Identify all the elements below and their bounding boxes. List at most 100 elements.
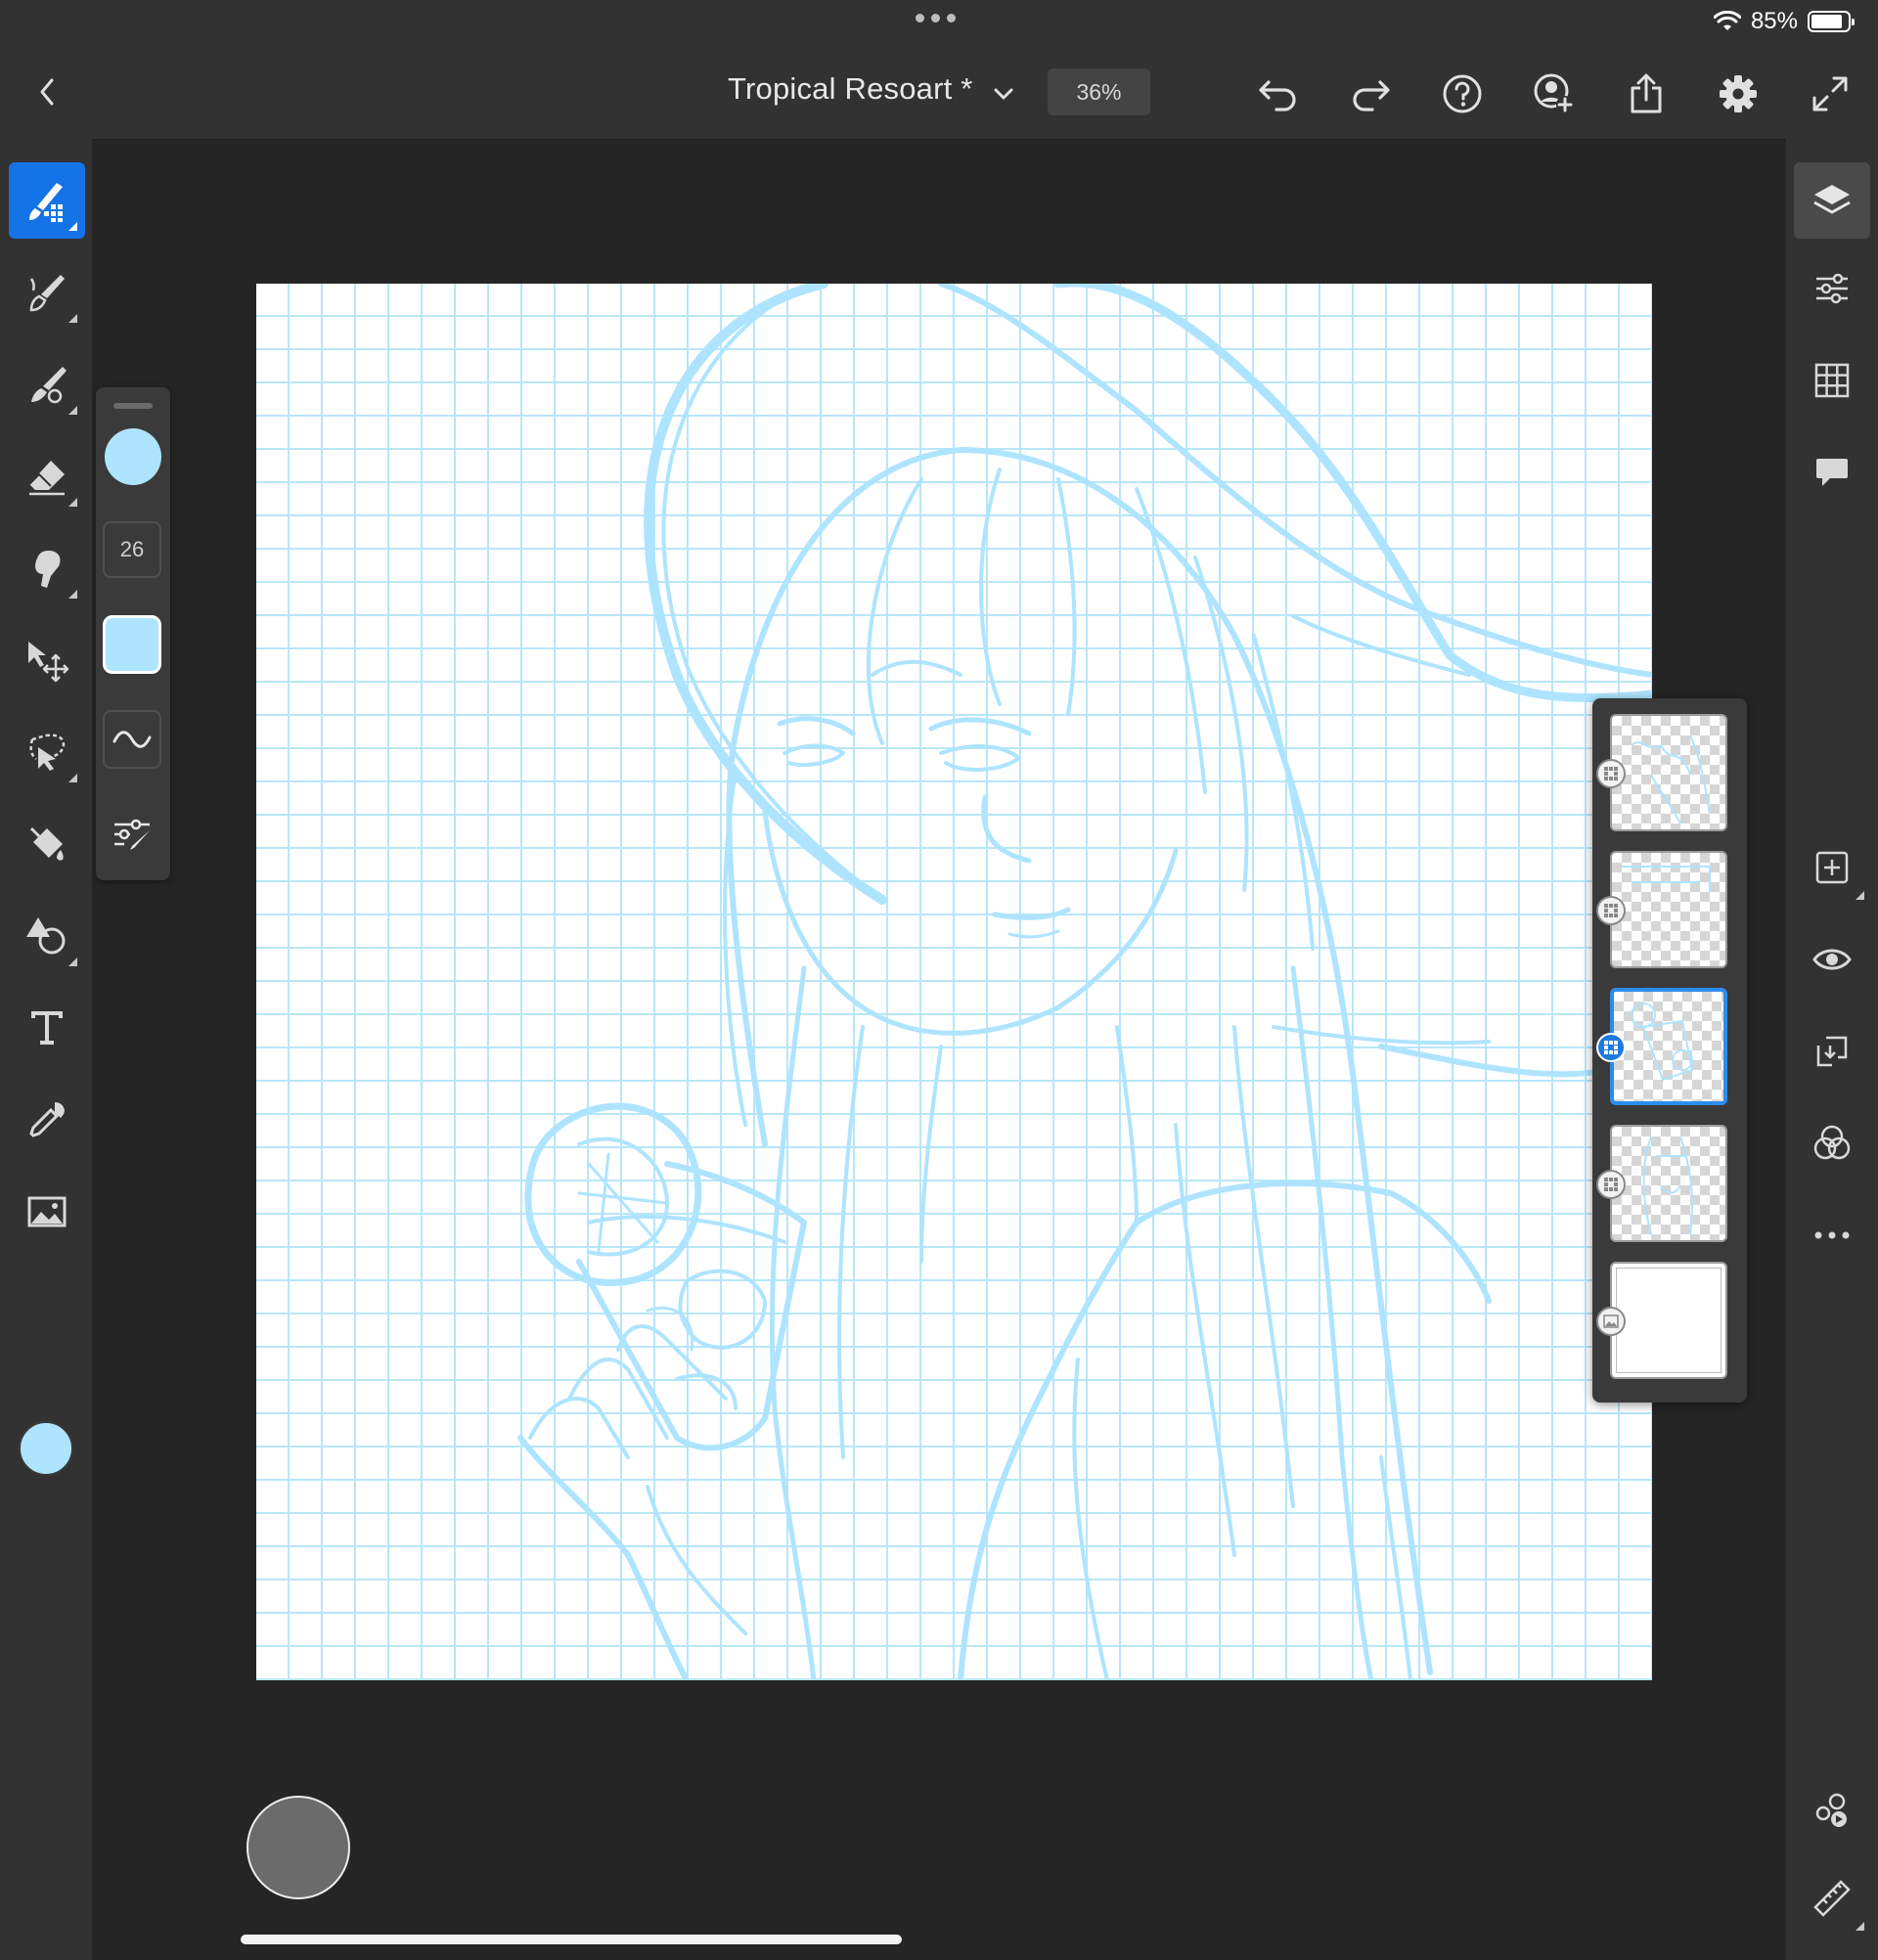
sliders-icon [1816, 273, 1848, 304]
brush-color-swatch[interactable] [105, 428, 161, 485]
status-indicators: 85% [1713, 8, 1855, 35]
help-button[interactable] [1437, 68, 1488, 119]
blend-mode-icon [1813, 1125, 1851, 1160]
pixel-layer-icon [1604, 1041, 1618, 1054]
document-title[interactable]: Tropical Resoart * [728, 71, 973, 107]
share-button[interactable] [1621, 68, 1672, 119]
vector-brush-tool[interactable] [9, 346, 85, 423]
battery-fill [1811, 15, 1842, 28]
eraser-tool[interactable] [9, 438, 85, 514]
move-icon [28, 642, 69, 683]
settings-button[interactable] [1713, 68, 1764, 119]
layer-type-badge[interactable] [1596, 759, 1626, 788]
color-picker-swatch[interactable] [19, 1421, 73, 1476]
brush-opacity-control[interactable] [103, 615, 161, 674]
brush-size-control[interactable]: 26 [103, 521, 161, 578]
battery-icon [1808, 11, 1855, 32]
touch-shortcut-button[interactable] [246, 1796, 350, 1899]
pixel-brush-tool[interactable] [9, 162, 85, 239]
flyout-indicator [68, 958, 77, 966]
gear-icon [1720, 75, 1757, 112]
merge-down-icon [1816, 1036, 1848, 1067]
redo-button[interactable] [1345, 68, 1396, 119]
grid-icon [1814, 363, 1850, 398]
brush-settings-icon [114, 819, 150, 850]
image-layer-icon [1603, 1314, 1619, 1328]
more-options-button[interactable] [1794, 1197, 1870, 1273]
flyout-indicator [68, 498, 77, 507]
pixel-layer-icon [1604, 904, 1618, 917]
layer-properties-button[interactable] [1794, 250, 1870, 327]
shapes-tool[interactable] [9, 898, 85, 974]
add-layer-icon [1815, 851, 1849, 884]
fullscreen-button[interactable] [1805, 68, 1856, 119]
layer-thumbnail-selected[interactable] [1610, 988, 1727, 1105]
vector-brush-icon [31, 367, 67, 404]
layer-type-badge[interactable] [1596, 1170, 1626, 1199]
merge-down-button[interactable] [1794, 1013, 1870, 1090]
layers-icon [1813, 185, 1851, 214]
layer-preview [1616, 1268, 1722, 1373]
grid-button[interactable] [1794, 342, 1870, 419]
brush-settings-panel: 26 [96, 387, 170, 880]
blend-mode-button[interactable] [1794, 1105, 1870, 1181]
eyedropper-icon [29, 1102, 65, 1137]
comment-icon [1816, 459, 1848, 486]
collaborate-button[interactable] [1794, 1772, 1870, 1849]
invite-button[interactable] [1529, 68, 1580, 119]
pixel-layer-icon [1604, 1178, 1618, 1191]
flyout-indicator [68, 314, 77, 323]
eyedropper-tool[interactable] [9, 1082, 85, 1158]
layer-preview [1642, 1136, 1693, 1235]
layer-preview [1622, 866, 1711, 892]
status-bar: 85% [0, 0, 1878, 47]
brush-smoothing-button[interactable] [103, 710, 161, 769]
live-brush-icon [29, 275, 65, 312]
wifi-icon [1713, 11, 1741, 30]
pixel-brush-icon [29, 183, 63, 222]
wave-icon [112, 731, 152, 748]
lasso-icon [29, 734, 66, 771]
fill-tool[interactable] [9, 806, 85, 882]
share-icon [1631, 73, 1662, 113]
smudge-icon [35, 551, 61, 588]
undo-button[interactable] [1253, 68, 1304, 119]
multitasking-dots-icon[interactable] [916, 14, 956, 22]
add-layer-button[interactable] [1794, 829, 1870, 906]
selection-tool[interactable] [9, 714, 85, 790]
brush-settings-button[interactable] [103, 805, 161, 864]
background-layer-thumbnail[interactable] [1610, 1262, 1727, 1379]
home-indicator[interactable] [241, 1935, 902, 1944]
ruler-icon [1813, 1880, 1851, 1917]
layer-type-badge[interactable] [1596, 1307, 1626, 1336]
app-window: 85% Tropical Resoart * 36% 26 [0, 0, 1878, 1960]
back-button[interactable] [25, 67, 68, 117]
comments-button[interactable] [1794, 434, 1870, 511]
drawing-canvas[interactable] [256, 284, 1652, 1680]
flyout-indicator [68, 406, 77, 415]
paint-bucket-icon [29, 826, 64, 861]
layer-thumbnail[interactable] [1610, 714, 1727, 831]
ruler-button[interactable] [1794, 1860, 1870, 1937]
transform-tool[interactable] [9, 622, 85, 698]
panel-drag-handle[interactable] [113, 403, 153, 409]
right-toolbar [1786, 139, 1878, 1960]
sketch-artwork [517, 284, 1652, 1680]
more-icon [1814, 1231, 1850, 1239]
toggle-visibility-button[interactable] [1794, 921, 1870, 998]
expand-icon [1812, 76, 1848, 111]
help-icon [1443, 74, 1482, 113]
document-menu-button[interactable] [986, 74, 1021, 113]
layer-type-badge[interactable] [1596, 896, 1626, 925]
live-brush-tool[interactable] [9, 254, 85, 331]
text-tool[interactable] [9, 990, 85, 1066]
layer-thumbnail[interactable] [1610, 1125, 1727, 1242]
layer-type-badge[interactable] [1596, 1033, 1626, 1062]
left-toolbar [0, 139, 92, 1960]
layers-button[interactable] [1794, 162, 1870, 239]
smudge-tool[interactable] [9, 530, 85, 606]
zoom-level-button[interactable]: 36% [1048, 68, 1150, 115]
place-image-tool[interactable] [9, 1174, 85, 1250]
layer-thumbnail[interactable] [1610, 851, 1727, 968]
text-icon [31, 1011, 63, 1045]
